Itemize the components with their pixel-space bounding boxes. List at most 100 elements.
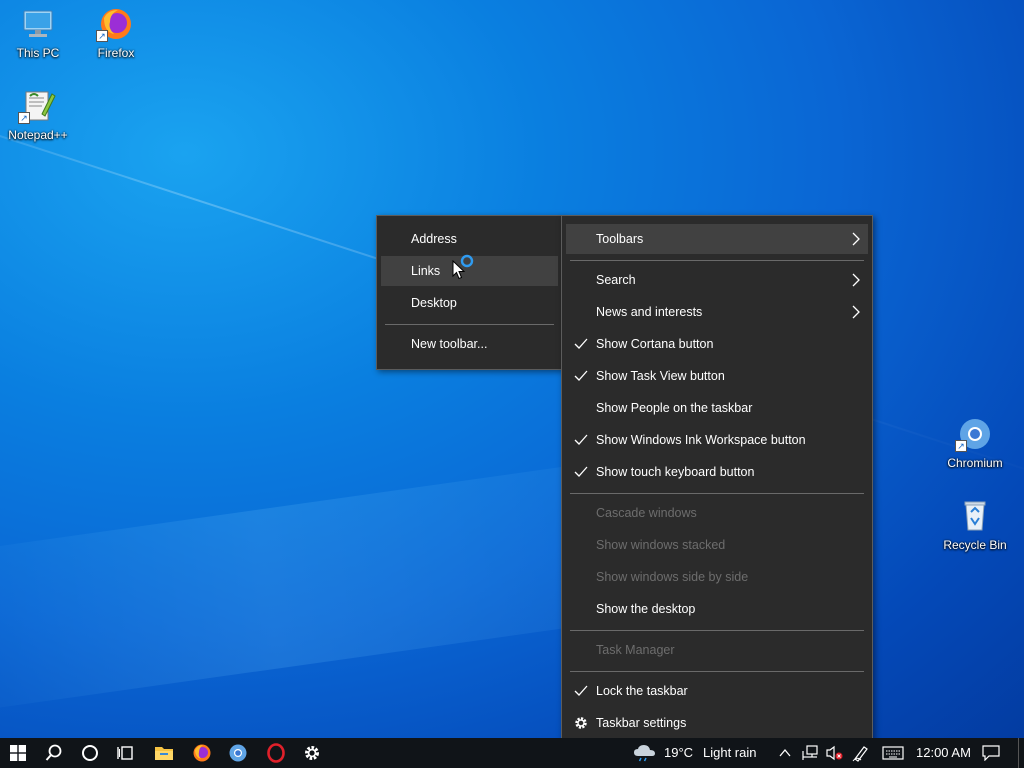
menu-item-label: Toolbars bbox=[596, 232, 644, 246]
submenu-item-address[interactable]: Address bbox=[381, 224, 558, 254]
menu-item-show-windows-stacked: Show windows stacked bbox=[566, 530, 868, 560]
taskbar-file-explorer[interactable] bbox=[146, 738, 182, 768]
menu-separator bbox=[385, 324, 554, 325]
cortana-icon bbox=[82, 745, 98, 761]
menu-item-show-touch-keyboard[interactable]: Show touch keyboard button bbox=[566, 457, 868, 487]
chevron-right-icon bbox=[852, 305, 860, 319]
chevron-right-icon bbox=[852, 273, 860, 287]
shortcut-arrow-icon: ↗ bbox=[96, 30, 108, 42]
windows-ink-button[interactable] bbox=[848, 738, 874, 768]
checkmark-icon bbox=[574, 370, 588, 381]
volume-muted-icon bbox=[826, 745, 843, 761]
submenu-item-label: Address bbox=[411, 232, 457, 246]
start-icon bbox=[10, 745, 26, 761]
menu-item-label: Show People on the taskbar bbox=[596, 401, 753, 415]
keyboard-icon bbox=[882, 746, 904, 760]
busy-spinner-icon bbox=[460, 254, 474, 268]
show-hidden-icons-button[interactable] bbox=[774, 738, 796, 768]
taskbar-opera[interactable] bbox=[258, 738, 294, 768]
settings-icon bbox=[305, 746, 319, 760]
menu-item-news-and-interests[interactable]: News and interests bbox=[566, 297, 868, 327]
touch-keyboard-button[interactable] bbox=[878, 738, 908, 768]
taskbar-context-menu: Toolbars Search News and interests Show … bbox=[561, 215, 873, 748]
search-button[interactable] bbox=[36, 738, 72, 768]
toolbars-submenu: Address Links Desktop New toolbar... bbox=[376, 215, 563, 370]
chromium-icon bbox=[229, 744, 247, 762]
taskbar-chromium[interactable] bbox=[220, 738, 256, 768]
menu-separator bbox=[570, 630, 864, 631]
desktop-icon-label: Firefox bbox=[97, 46, 135, 60]
submenu-item-new-toolbar[interactable]: New toolbar... bbox=[381, 329, 558, 359]
desktop-icon-recycle-bin[interactable]: Recycle Bin bbox=[937, 498, 1013, 552]
submenu-item-label: Desktop bbox=[411, 296, 457, 310]
start-button[interactable] bbox=[0, 738, 36, 768]
firefox-icon bbox=[193, 744, 211, 762]
chevron-up-icon bbox=[779, 748, 791, 757]
gear-icon bbox=[575, 717, 587, 729]
desktop-icon-notepad-plus-plus[interactable]: ↗ Notepad++ bbox=[0, 88, 76, 142]
recycle-bin-icon bbox=[957, 498, 993, 534]
menu-item-label: Show Cortana button bbox=[596, 337, 714, 351]
menu-item-label: Lock the taskbar bbox=[596, 684, 688, 698]
menu-item-task-manager: Task Manager bbox=[566, 635, 868, 665]
menu-item-toolbars[interactable]: Toolbars bbox=[566, 224, 868, 254]
desktop-icon-chromium[interactable]: ↗ Chromium bbox=[937, 416, 1013, 470]
clock[interactable]: 12:00 AM bbox=[916, 738, 971, 768]
this-pc-icon bbox=[20, 6, 56, 42]
menu-item-taskbar-settings[interactable]: Taskbar settings bbox=[566, 708, 868, 738]
task-view-button[interactable] bbox=[108, 738, 144, 768]
search-icon bbox=[45, 744, 62, 761]
task-view-icon bbox=[117, 746, 133, 760]
weather-widget-icon-area[interactable] bbox=[630, 738, 660, 768]
file-explorer-icon bbox=[155, 747, 173, 760]
menu-item-label: Show Task View button bbox=[596, 369, 725, 383]
chevron-right-icon bbox=[852, 232, 860, 246]
network-icon bbox=[802, 745, 818, 760]
menu-item-search[interactable]: Search bbox=[566, 265, 868, 295]
checkmark-icon bbox=[574, 434, 588, 445]
weather-temperature[interactable]: 19°C bbox=[664, 738, 693, 768]
show-desktop-button[interactable] bbox=[1018, 738, 1024, 768]
menu-item-label: Show windows stacked bbox=[596, 538, 726, 552]
action-center-button[interactable] bbox=[976, 738, 1006, 768]
network-button[interactable] bbox=[798, 738, 822, 768]
chromium-icon: ↗ bbox=[955, 416, 993, 452]
menu-item-show-windows-ink-workspace[interactable]: Show Windows Ink Workspace button bbox=[566, 425, 868, 455]
menu-item-show-cortana-button[interactable]: Show Cortana button bbox=[566, 329, 868, 359]
menu-item-show-the-desktop[interactable]: Show the desktop bbox=[566, 594, 868, 624]
cortana-button[interactable] bbox=[72, 738, 108, 768]
taskbar-settings[interactable] bbox=[294, 738, 330, 768]
submenu-item-desktop[interactable]: Desktop bbox=[381, 288, 558, 318]
menu-item-label: Show windows side by side bbox=[596, 570, 749, 584]
menu-item-show-task-view-button[interactable]: Show Task View button bbox=[566, 361, 868, 391]
weather-condition[interactable]: Light rain bbox=[703, 738, 756, 768]
menu-item-label: Show touch keyboard button bbox=[596, 465, 755, 479]
taskbar-firefox[interactable] bbox=[184, 738, 220, 768]
submenu-item-label: Links bbox=[411, 264, 441, 278]
menu-separator bbox=[570, 671, 864, 672]
opera-icon bbox=[267, 743, 285, 763]
pen-ink-icon bbox=[852, 746, 868, 762]
volume-button[interactable] bbox=[822, 738, 846, 768]
desktop-icon-label: This PC bbox=[16, 46, 60, 60]
desktop-icon-firefox[interactable]: ↗ Firefox bbox=[78, 6, 154, 60]
menu-item-show-windows-side-by-side: Show windows side by side bbox=[566, 562, 868, 592]
taskbar: 19°C Light rain 12:00 AM bbox=[0, 738, 1024, 768]
menu-item-label: Taskbar settings bbox=[596, 716, 687, 730]
menu-item-show-people[interactable]: Show People on the taskbar bbox=[566, 393, 868, 423]
rain-cloud-icon bbox=[634, 745, 655, 762]
checkmark-icon bbox=[574, 466, 588, 477]
menu-item-label: Show Windows Ink Workspace button bbox=[596, 433, 806, 447]
shortcut-arrow-icon: ↗ bbox=[18, 112, 30, 124]
menu-item-cascade-windows: Cascade windows bbox=[566, 498, 868, 528]
checkmark-icon bbox=[574, 685, 588, 696]
submenu-item-label: New toolbar... bbox=[411, 337, 488, 351]
checkmark-icon bbox=[574, 338, 588, 349]
menu-item-lock-the-taskbar[interactable]: Lock the taskbar bbox=[566, 676, 868, 706]
firefox-icon: ↗ bbox=[96, 6, 134, 42]
menu-item-label: Search bbox=[596, 273, 636, 287]
desktop-icon-this-pc[interactable]: This PC bbox=[0, 6, 76, 60]
desktop-icon-label: Chromium bbox=[947, 456, 1003, 470]
menu-item-label: News and interests bbox=[596, 305, 703, 319]
menu-separator bbox=[570, 260, 864, 261]
